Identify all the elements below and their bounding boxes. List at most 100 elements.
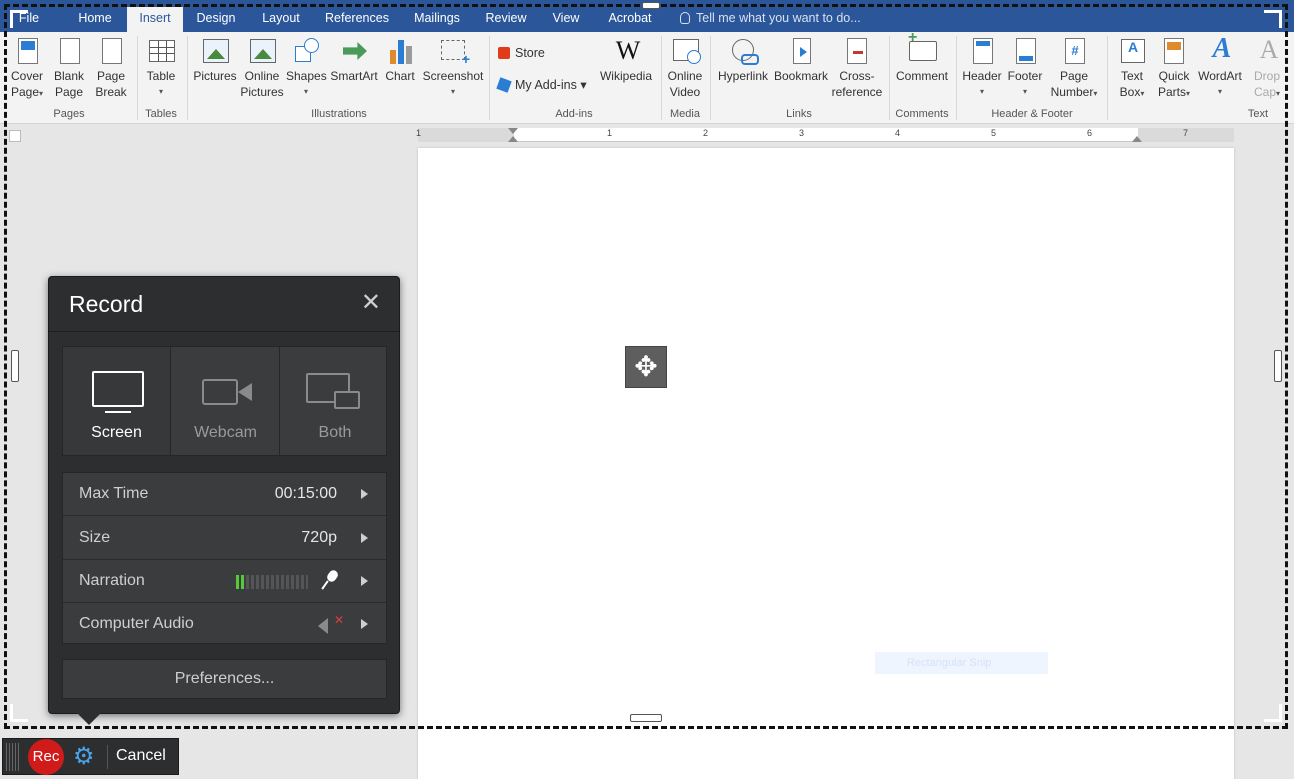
- store-icon: [498, 47, 510, 59]
- group-tables-label: Tables: [145, 108, 177, 120]
- group-header-footer-label: Header & Footer: [991, 108, 1073, 120]
- table-icon: [146, 36, 176, 66]
- recording-control-bar: Rec ⚙ Cancel: [2, 738, 179, 775]
- online-pictures-button[interactable]: Online Pictures: [240, 36, 284, 100]
- close-icon[interactable]: ✕: [361, 291, 381, 315]
- smartart-button[interactable]: SmartArt: [328, 36, 380, 84]
- quick-parts-button[interactable]: Quick Parts▾: [1152, 36, 1196, 102]
- mode-both-button[interactable]: Both: [281, 347, 389, 455]
- tab-review[interactable]: Review: [478, 7, 534, 32]
- record-title: Record: [69, 291, 144, 317]
- wordart-button[interactable]: A WordArt ▾: [1196, 33, 1244, 100]
- right-indent-marker[interactable]: [1132, 136, 1142, 142]
- drop-cap-button[interactable]: A Drop Cap▾: [1248, 36, 1286, 102]
- group-illustrations-label: Illustrations: [311, 108, 367, 120]
- gear-icon[interactable]: ⚙: [73, 743, 95, 771]
- hanging-indent-marker[interactable]: [508, 136, 518, 142]
- horizontal-ruler[interactable]: 1 1 2 3 4 5 6 7: [416, 128, 1234, 142]
- screenshot-button[interactable]: Screenshot ▾: [422, 36, 484, 100]
- bar-chart-icon: [385, 36, 415, 66]
- cancel-button[interactable]: Cancel: [116, 747, 166, 765]
- shapes-icon: [291, 36, 321, 66]
- webcam-icon: [202, 379, 238, 405]
- tab-selector[interactable]: [9, 130, 21, 142]
- table-button[interactable]: Table ▾: [141, 36, 181, 100]
- page-number-button[interactable]: # Page Number▾: [1046, 36, 1102, 102]
- frame-right-handle[interactable]: [1274, 350, 1282, 382]
- max-time-option[interactable]: Max Time 00:15:00: [63, 473, 386, 516]
- chart-button[interactable]: Chart: [383, 36, 417, 84]
- bookmark-icon: [786, 36, 816, 66]
- group-links-label: Links: [786, 108, 812, 120]
- record-panel: Record ✕ Screen Webcam Both Max Time 00:…: [48, 276, 400, 725]
- group-pages-label: Pages: [53, 108, 85, 120]
- tab-layout[interactable]: Layout: [251, 7, 311, 32]
- tell-me-box[interactable]: Tell me what you want to do...: [680, 7, 861, 29]
- tab-view[interactable]: View: [542, 7, 590, 32]
- pictures-button[interactable]: Pictures: [192, 36, 238, 84]
- frame-bottom-handle[interactable]: [630, 714, 662, 722]
- shapes-button[interactable]: Shapes ▾: [286, 36, 327, 100]
- frame-left-handle[interactable]: [11, 350, 19, 382]
- group-text-label: Text: [1247, 108, 1269, 120]
- cross-reference-icon: [842, 36, 872, 66]
- tab-acrobat[interactable]: Acrobat: [600, 7, 660, 32]
- page-break-icon: [96, 36, 126, 66]
- frame-top-handle[interactable]: [642, 2, 660, 9]
- hyperlink-button[interactable]: Hyperlink: [715, 36, 771, 84]
- frame-corner-handle[interactable]: [1264, 10, 1282, 28]
- frame-corner-handle[interactable]: [10, 10, 28, 28]
- ruler-mark: 5: [991, 128, 997, 138]
- blank-page-button[interactable]: Blank Page: [50, 36, 88, 100]
- narration-option[interactable]: Narration: [63, 560, 386, 603]
- size-option[interactable]: Size 720p: [63, 517, 386, 560]
- tab-insert[interactable]: Insert: [127, 7, 183, 32]
- ruler-mark: 2: [703, 128, 709, 138]
- rec-button[interactable]: Rec: [28, 739, 64, 775]
- cross-reference-button[interactable]: Cross- reference: [830, 36, 884, 100]
- tab-design[interactable]: Design: [188, 7, 244, 32]
- document-page[interactable]: [418, 148, 1234, 779]
- wordart-icon: A: [1212, 33, 1232, 64]
- mode-screen-button[interactable]: Screen: [63, 347, 171, 455]
- ruler-mark: 6: [1087, 128, 1093, 138]
- online-picture-icon: [247, 36, 277, 66]
- computer-audio-option[interactable]: Computer Audio ✕: [63, 603, 386, 646]
- store-button[interactable]: Store: [498, 46, 545, 60]
- cover-page-button[interactable]: Cover Page▾: [6, 36, 48, 102]
- chevron-down-icon: ▾: [580, 78, 587, 92]
- chevron-right-icon: [361, 576, 368, 586]
- quick-parts-icon: [1159, 36, 1189, 66]
- frame-corner-handle[interactable]: [1264, 704, 1282, 722]
- chevron-right-icon: [361, 619, 368, 629]
- record-options: Max Time 00:15:00 Size 720p Narration Co…: [62, 472, 387, 644]
- cover-page-icon: [12, 36, 42, 66]
- header-button[interactable]: Header ▾: [960, 36, 1004, 100]
- comment-icon: [907, 30, 937, 66]
- preferences-button[interactable]: Preferences...: [62, 659, 387, 699]
- capture-mode-selector: Screen Webcam Both: [62, 346, 387, 456]
- ruler-mark: 7: [1183, 128, 1189, 138]
- tab-references[interactable]: References: [318, 7, 396, 32]
- bookmark-button[interactable]: Bookmark: [772, 36, 830, 84]
- chevron-right-icon: [361, 489, 368, 499]
- footer-button[interactable]: Footer ▾: [1004, 36, 1046, 100]
- group-media-label: Media: [670, 108, 700, 120]
- wikipedia-button[interactable]: W Wikipedia: [598, 36, 654, 84]
- video-icon: [670, 36, 701, 66]
- header-icon: [967, 36, 997, 66]
- tab-home[interactable]: Home: [68, 7, 122, 32]
- ruler-mark: 1: [416, 128, 422, 138]
- frame-corner-handle[interactable]: [10, 704, 28, 722]
- online-video-button[interactable]: Online Video: [665, 36, 705, 100]
- monitor-icon: [92, 371, 144, 407]
- move-arrows-icon[interactable]: ✥: [625, 346, 667, 388]
- drag-grip-icon[interactable]: [6, 743, 20, 771]
- mode-webcam-button[interactable]: Webcam: [172, 347, 280, 455]
- first-line-indent-marker[interactable]: [508, 128, 518, 134]
- page-break-button[interactable]: Page Break: [91, 36, 131, 100]
- comment-button[interactable]: Comment: [893, 30, 951, 84]
- text-box-button[interactable]: A Text Box▾: [1112, 36, 1152, 102]
- my-addins-button[interactable]: My Add-ins ▾: [496, 77, 587, 93]
- tab-mailings[interactable]: Mailings: [404, 7, 470, 32]
